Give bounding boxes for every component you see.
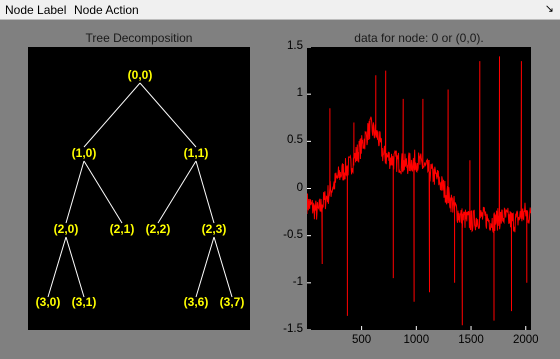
- edge-n00-n11: [139, 82, 197, 148]
- menu-node-action[interactable]: Node Action: [74, 3, 139, 17]
- arrow-icon[interactable]: ↘: [545, 2, 554, 15]
- plot-svg: [307, 47, 531, 330]
- tree-svg: (0,0) (1,0) (1,1) (2,0) (2,1) (2,2) (2,3…: [36, 68, 245, 309]
- tree-decomposition-axes: (0,0) (1,0) (1,1) (2,0) (2,1) (2,2) (2,3…: [28, 47, 250, 330]
- tree-node-n22[interactable]: (2,2): [146, 222, 171, 236]
- y-tick-label: -0.5: [283, 228, 303, 241]
- edge-n10-n21: [83, 160, 123, 224]
- tree-node-n36[interactable]: (3,6): [184, 295, 209, 309]
- edge-n00-n10: [83, 82, 141, 148]
- y-tick-label: 1: [296, 87, 303, 100]
- y-tick-label: -1.5: [283, 323, 303, 335]
- tree-node-n23[interactable]: (2,3): [202, 222, 227, 236]
- signal-line: [307, 56, 531, 326]
- edge-n10-n20: [65, 160, 85, 224]
- tree-edges: [47, 82, 233, 298]
- y-tick-label: 1.5: [287, 40, 303, 52]
- tree-node-n10[interactable]: (1,0): [72, 146, 97, 160]
- tree-node-n21[interactable]: (2,1): [110, 222, 135, 236]
- x-tick-label: 500: [352, 334, 372, 346]
- tree-node-n00[interactable]: (0,0): [128, 68, 153, 82]
- tree-node-n31[interactable]: (3,1): [72, 295, 97, 309]
- y-tick-label: 0: [296, 181, 303, 194]
- y-tick-label: 0.5: [287, 134, 303, 147]
- edge-n23-n37: [213, 236, 233, 298]
- edge-n20-n30: [47, 236, 67, 298]
- tree-node-n11[interactable]: (1,1): [184, 146, 209, 160]
- x-tick-label: 1000: [403, 334, 430, 346]
- plot-panel-title: data for node: 0 or (0,0).: [354, 31, 484, 45]
- edge-n20-n31: [65, 236, 85, 298]
- edge-n11-n23: [195, 160, 215, 224]
- edge-n23-n36: [195, 236, 215, 298]
- edge-n11-n22: [157, 160, 197, 224]
- menu-node-label[interactable]: Node Label: [5, 3, 66, 17]
- x-tick-label: 1500: [458, 334, 484, 346]
- y-tick-label: -1: [292, 275, 303, 288]
- node-data-plot-axes[interactable]: [307, 47, 531, 330]
- menu-bar: Node Label Node Action ↘: [0, 0, 560, 20]
- tree-node-n37[interactable]: (3,7): [220, 295, 245, 309]
- tree-panel-title: Tree Decomposition: [85, 31, 193, 45]
- x-tick-label: 2000: [512, 334, 539, 346]
- tree-node-n20[interactable]: (2,0): [54, 222, 79, 236]
- tree-node-n30[interactable]: (3,0): [36, 295, 61, 309]
